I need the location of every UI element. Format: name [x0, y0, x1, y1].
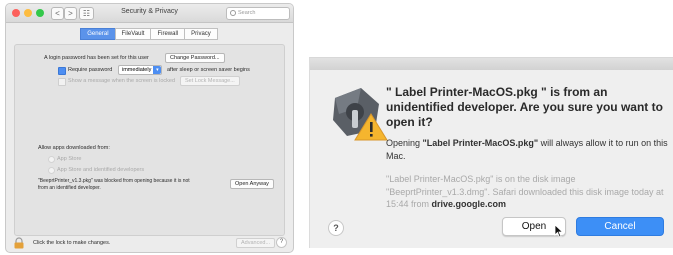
radio-app-store[interactable]	[48, 156, 55, 163]
advanced-button[interactable]: Advanced...	[236, 238, 276, 248]
help-button[interactable]: ?	[276, 237, 287, 248]
require-password-suffix: after sleep or screen saver begins	[167, 67, 250, 73]
dialog-body: Opening "Label Printer-MacOS.pkg" will a…	[386, 137, 668, 162]
security-privacy-window: < > ☷ Security & Privacy Search General F…	[5, 3, 294, 253]
download-domain: drive.google.com	[431, 199, 507, 209]
footer: Click the lock to make changes. Advanced…	[6, 236, 293, 252]
show-message-checkbox[interactable]	[58, 78, 66, 86]
radio-app-store-identified[interactable]	[48, 167, 55, 174]
radio-app-store-label: App Store	[57, 156, 82, 162]
dialog-body-prefix: Opening	[386, 138, 423, 148]
search-field[interactable]: Search	[226, 7, 290, 20]
search-icon	[230, 10, 236, 16]
open-anyway-button[interactable]: Open Anyway	[230, 179, 274, 189]
gatekeeper-warning-icon	[327, 84, 389, 142]
unidentified-developer-dialog: " Label Printer-MacOS.pkg " is from an u…	[309, 57, 673, 248]
mouse-cursor-icon	[554, 224, 564, 238]
dialog-disk-image-info: "Label Printer-MacOS.pkg" is on the disk…	[386, 173, 668, 211]
require-password-label: Require password	[68, 67, 113, 73]
disk-image-text: "Label Printer-MacOS.pkg" is on the disk…	[386, 174, 664, 209]
tab-general[interactable]: General	[80, 28, 116, 40]
back-button[interactable]: <	[51, 7, 64, 20]
chevron-down-icon: ▾	[153, 66, 162, 74]
forward-button[interactable]: >	[64, 7, 77, 20]
blocked-message-line2: from an identified developer.	[38, 185, 101, 191]
require-password-checkbox[interactable]	[58, 67, 66, 75]
title-bar: < > ☷ Security & Privacy Search	[6, 4, 293, 23]
allow-apps-heading: Allow apps downloaded from:	[38, 145, 110, 151]
search-placeholder: Search	[238, 10, 256, 16]
lock-icon[interactable]	[13, 237, 25, 249]
chevron-right-icon: >	[68, 9, 73, 18]
zoom-window-button[interactable]	[36, 9, 44, 17]
close-window-button[interactable]	[12, 9, 20, 17]
dialog-help-button[interactable]: ?	[328, 220, 344, 236]
dialog-title: " Label Printer-MacOS.pkg " is from an u…	[386, 85, 663, 129]
cancel-button[interactable]: Cancel	[576, 217, 664, 236]
change-password-button[interactable]: Change Password...	[165, 53, 225, 63]
tab-filevault[interactable]: FileVault	[114, 28, 152, 40]
general-panel: A login password has been set for this u…	[14, 44, 285, 236]
radio-app-store-identified-label: App Store and identified developers	[57, 167, 145, 173]
chevron-left-icon: <	[55, 9, 60, 18]
show-message-label: Show a message when the screen is locked	[68, 78, 176, 84]
window-title: Security & Privacy	[121, 8, 178, 15]
minimize-window-button[interactable]	[24, 9, 32, 17]
dialog-body-app: "Label Printer-MacOS.pkg"	[422, 138, 539, 148]
dialog-title-bar	[310, 58, 673, 70]
login-password-text: A login password has been set for this u…	[44, 55, 149, 61]
require-password-value: immediately	[122, 67, 152, 73]
require-password-select[interactable]: immediately ▾	[118, 65, 163, 75]
blocked-message-line1: "BeeprtPrinter_v1.3.pkg" was blocked fro…	[38, 178, 190, 184]
tab-privacy[interactable]: Privacy	[184, 28, 218, 40]
set-lock-message-button[interactable]: Set Lock Message...	[180, 76, 240, 86]
tab-firewall[interactable]: Firewall	[150, 28, 186, 40]
tab-bar: General FileVault Firewall Privacy	[6, 28, 293, 40]
lock-text: Click the lock to make changes.	[33, 240, 111, 246]
